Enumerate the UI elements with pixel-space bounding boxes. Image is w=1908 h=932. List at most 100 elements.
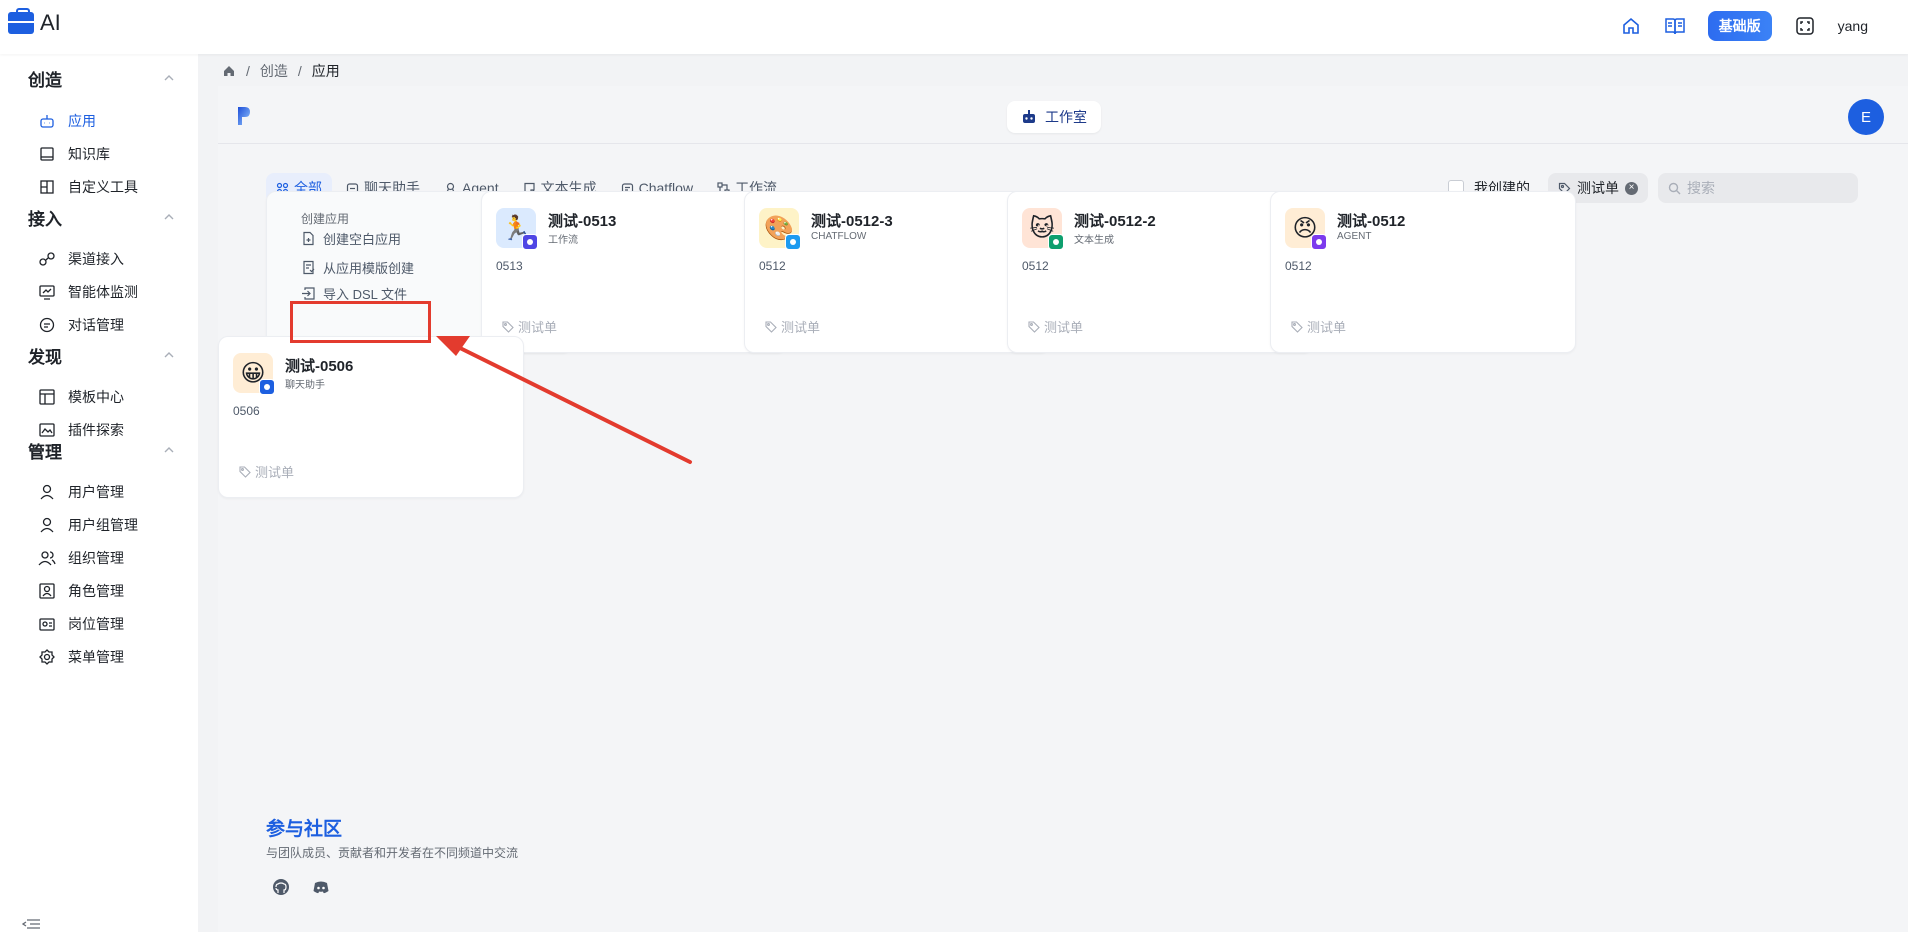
main-header: 工作室 E bbox=[218, 86, 1908, 144]
tag-icon bbox=[239, 465, 251, 478]
sidebar-item-knowledge[interactable]: 知识库 bbox=[38, 140, 110, 168]
app-description: 0513 bbox=[496, 259, 523, 273]
search-box[interactable] bbox=[1658, 173, 1858, 203]
sidebar-group-manage[interactable]: 管理 bbox=[28, 438, 62, 463]
studio-button[interactable]: 工作室 bbox=[1007, 101, 1101, 133]
chevron-up-icon[interactable] bbox=[162, 210, 176, 224]
app-type: 聊天助手 bbox=[285, 380, 325, 391]
github-icon[interactable] bbox=[272, 878, 290, 896]
app-card[interactable]: 🏃 测试-0513 工作流 0513 测试单 bbox=[481, 191, 787, 353]
app-card[interactable]: 🐱 测试-0512-2 文本生成 0512 测试单 bbox=[1007, 191, 1313, 353]
sidebar-group-access[interactable]: 接入 bbox=[28, 205, 62, 230]
discord-icon[interactable] bbox=[312, 878, 330, 896]
robot-icon bbox=[40, 115, 54, 128]
sidebar-group-create[interactable]: 创造 bbox=[28, 66, 62, 91]
app-description: 0512 bbox=[1022, 259, 1049, 273]
plan-badge[interactable]: 基础版 bbox=[1707, 11, 1772, 41]
template-file-icon bbox=[303, 260, 315, 274]
fullscreen-icon[interactable] bbox=[1794, 15, 1816, 37]
agent-badge-icon bbox=[1311, 234, 1327, 250]
create-from-template-option[interactable]: 从应用模版创建 bbox=[301, 255, 414, 279]
app-type: CHATFLOW bbox=[811, 231, 867, 242]
tag-icon bbox=[1028, 320, 1040, 333]
sidebar-item-conversations[interactable]: 对话管理 bbox=[38, 311, 124, 339]
sidebar-item-label: 角色管理 bbox=[68, 583, 124, 599]
book-icon[interactable] bbox=[1664, 15, 1686, 37]
workflow-badge-icon bbox=[522, 234, 538, 250]
clear-tag-icon[interactable]: × bbox=[1625, 181, 1638, 195]
app-logo[interactable]: AI bbox=[8, 8, 61, 36]
app-type: 工作流 bbox=[548, 235, 578, 246]
sidebar-item-label: 自定义工具 bbox=[68, 179, 138, 195]
import-icon bbox=[302, 286, 315, 300]
sidebar-item-label: 岗位管理 bbox=[68, 616, 124, 632]
app-tag[interactable]: 测试单 bbox=[239, 462, 294, 481]
app-card[interactable]: 😠 测试-0512 AGENT 0512 测试单 bbox=[1270, 191, 1576, 353]
tag-icon bbox=[1291, 320, 1303, 333]
search-input[interactable] bbox=[1687, 180, 1847, 196]
sidebar-item-menus[interactable]: 菜单管理 bbox=[38, 643, 124, 671]
home-icon[interactable] bbox=[1620, 15, 1642, 37]
sidebar-item-channels[interactable]: 渠道接入 bbox=[38, 245, 124, 273]
breadcrumb-create[interactable]: 创造 bbox=[260, 61, 288, 81]
sidebar-item-label: 对话管理 bbox=[68, 317, 124, 333]
app-description: 0512 bbox=[1285, 259, 1312, 273]
sidebar-item-apps[interactable]: 应用 bbox=[38, 107, 96, 135]
create-blank-app-option[interactable]: 创建空白应用 bbox=[301, 226, 401, 250]
app-description: 0506 bbox=[233, 404, 260, 418]
robot-icon bbox=[1023, 110, 1035, 123]
user-icon bbox=[40, 484, 54, 500]
annotation-highlight-box bbox=[290, 301, 431, 343]
app-tag[interactable]: 测试单 bbox=[765, 317, 820, 336]
app-card[interactable]: 😀 测试-0506 聊天助手 0506 测试单 bbox=[218, 336, 524, 498]
sidebar-item-label: 用户组管理 bbox=[68, 517, 138, 533]
sidebar-item-templates[interactable]: 模板中心 bbox=[38, 383, 124, 411]
home-icon[interactable] bbox=[222, 64, 236, 78]
sidebar-item-organizations[interactable]: 组织管理 bbox=[38, 544, 124, 572]
settings-icon bbox=[39, 649, 55, 665]
create-app-title: 创建应用 bbox=[301, 212, 350, 226]
tag-icon bbox=[765, 320, 777, 333]
sidebar-item-positions[interactable]: 岗位管理 bbox=[38, 610, 124, 638]
app-tag[interactable]: 测试单 bbox=[1291, 317, 1346, 336]
sidebar-item-label: 应用 bbox=[68, 113, 96, 129]
chat-icon bbox=[39, 317, 55, 333]
sidebar-item-roles[interactable]: 角色管理 bbox=[38, 577, 124, 605]
sidebar-item-label: 插件探索 bbox=[68, 422, 124, 438]
sidebar-item-label: 菜单管理 bbox=[68, 649, 124, 665]
breadcrumb: / 创造 / 应用 bbox=[222, 61, 340, 81]
app-tag[interactable]: 测试单 bbox=[502, 317, 557, 336]
community-description: 与团队成员、贡献者和开发者在不同频道中交流 bbox=[266, 846, 519, 860]
sidebar-item-monitor[interactable]: 智能体监测 bbox=[38, 278, 138, 306]
sidebar-item-label: 知识库 bbox=[68, 146, 110, 162]
avatar[interactable]: E bbox=[1848, 99, 1884, 135]
studio-label: 工作室 bbox=[1045, 109, 1087, 125]
app-card[interactable]: 🎨 测试-0512-3 CHATFLOW 0512 测试单 bbox=[744, 191, 1050, 353]
tag-filter-label: 测试单 bbox=[1577, 180, 1619, 196]
chevron-up-icon[interactable] bbox=[162, 71, 176, 85]
app-name: 测试-0512 bbox=[1337, 213, 1406, 230]
logo-text: AI bbox=[40, 10, 61, 35]
app-name: 测试-0506 bbox=[285, 358, 354, 375]
sidebar-item-custom-tools[interactable]: 自定义工具 bbox=[38, 173, 138, 201]
app-type: 文本生成 bbox=[1074, 235, 1114, 246]
tool-grid-icon bbox=[40, 180, 54, 194]
user-menu[interactable]: yang bbox=[1838, 18, 1868, 34]
chevron-up-icon[interactable] bbox=[162, 443, 176, 457]
sidebar: 创造 应用 知识库 自定义工具 接入 渠道接入 智能体监测 对话管理 发现 模板… bbox=[0, 54, 198, 932]
monitor-icon bbox=[39, 285, 55, 300]
book-icon bbox=[40, 147, 54, 161]
app-name: 测试-0512-2 bbox=[1074, 213, 1156, 230]
text-generation-badge-icon bbox=[1048, 234, 1064, 250]
sidebar-item-users[interactable]: 用户管理 bbox=[38, 478, 124, 506]
chevron-up-icon[interactable] bbox=[162, 348, 176, 362]
sidebar-item-user-groups[interactable]: 用户组管理 bbox=[38, 511, 138, 539]
sidebar-group-discover[interactable]: 发现 bbox=[28, 343, 62, 368]
briefcase-icon bbox=[8, 8, 34, 34]
sidebar-item-label: 用户管理 bbox=[68, 484, 124, 500]
app-tag[interactable]: 测试单 bbox=[1028, 317, 1083, 336]
collapse-sidebar-icon[interactable] bbox=[22, 918, 42, 930]
template-icon bbox=[39, 389, 55, 405]
main-panel: 工作室 E 全部 聊天助手 Agent 文本生成 Chatflow 工作流 我创… bbox=[218, 86, 1908, 932]
user-icon bbox=[40, 517, 54, 533]
